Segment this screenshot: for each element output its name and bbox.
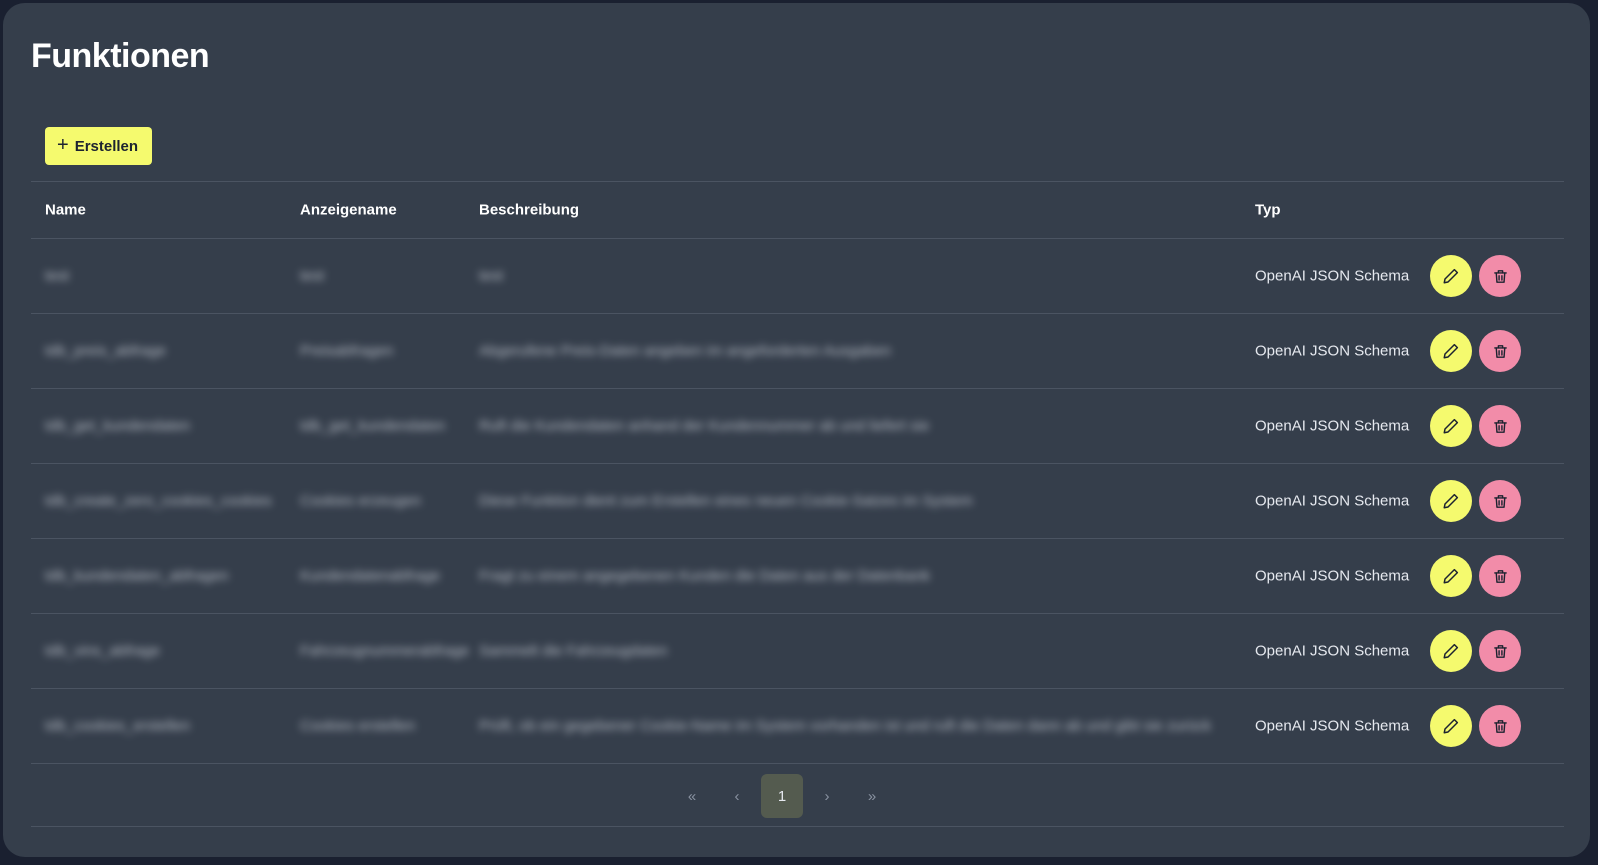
cell-name: tdb_get_kundendaten xyxy=(45,417,191,435)
table-row: tdb_preis_abfrage Preisabfragen Abgerufe… xyxy=(31,314,1564,389)
functions-table: Name Anzeigename Beschreibung Typ test t… xyxy=(31,181,1564,827)
header-name: Name xyxy=(45,201,86,219)
edit-button[interactable] xyxy=(1430,330,1472,372)
prev-page-button[interactable]: ‹ xyxy=(716,774,758,818)
create-button[interactable]: + Erstellen xyxy=(45,127,153,165)
edit-button[interactable] xyxy=(1430,405,1472,447)
cell-name: tdb_cookies_erstellen xyxy=(45,717,191,735)
trash-icon xyxy=(1493,419,1507,433)
cell-description: Diese Funktion dient zum Erstellen eines… xyxy=(479,492,973,510)
trash-icon xyxy=(1493,494,1507,508)
functions-panel: Funktionen + Erstellen Name Anzeigename … xyxy=(3,3,1590,857)
cell-display-name: test xyxy=(300,267,325,285)
edit-button[interactable] xyxy=(1430,255,1472,297)
delete-button[interactable] xyxy=(1479,630,1521,672)
table-row: tdb_cookies_erstellen Cookies erstellen … xyxy=(31,689,1564,764)
table-row: tdb_vins_abfrage Fahrzeugnummerabfrage S… xyxy=(31,614,1564,689)
trash-icon xyxy=(1493,569,1507,583)
edit-button[interactable] xyxy=(1430,705,1472,747)
cell-display-name: Preisabfragen xyxy=(300,342,394,360)
pencil-icon xyxy=(1443,268,1459,284)
delete-button[interactable] xyxy=(1479,405,1521,447)
cell-description: Ruft die Kundendaten anhand der Kundennu… xyxy=(479,417,930,435)
first-page-button[interactable]: « xyxy=(671,774,713,818)
create-button-label: Erstellen xyxy=(74,137,139,155)
cell-type: OpenAI JSON Schema xyxy=(1255,642,1410,660)
cell-display-name: tdb_get_kundendaten xyxy=(300,417,446,435)
header-display-name: Anzeigename xyxy=(300,201,397,219)
cell-display-name: Cookies erzeugen xyxy=(300,492,421,510)
pencil-icon xyxy=(1443,718,1459,734)
delete-button[interactable] xyxy=(1479,480,1521,522)
edit-button[interactable] xyxy=(1430,480,1472,522)
table-row: tdb_create_zero_cookies_cookies Cookies … xyxy=(31,464,1564,539)
cell-type: OpenAI JSON Schema xyxy=(1255,417,1410,435)
cell-name: tdb_preis_abfrage xyxy=(45,342,166,360)
delete-button[interactable] xyxy=(1479,705,1521,747)
cell-name: tdb_create_zero_cookies_cookies xyxy=(45,492,272,510)
page-title: Funktionen xyxy=(31,37,210,75)
delete-button[interactable] xyxy=(1479,255,1521,297)
trash-icon xyxy=(1493,719,1507,733)
pencil-icon xyxy=(1443,643,1459,659)
cell-description: Sammelt die Fahrzeugdaten xyxy=(479,642,668,660)
last-page-button[interactable]: » xyxy=(851,774,893,818)
table-row: tdb_get_kundendaten tdb_get_kundendaten … xyxy=(31,389,1564,464)
cell-description: test xyxy=(479,267,504,285)
table-header: Name Anzeigename Beschreibung Typ xyxy=(31,182,1564,239)
trash-icon xyxy=(1493,644,1507,658)
page-1-button[interactable]: 1 xyxy=(761,774,803,818)
pencil-icon xyxy=(1443,568,1459,584)
header-description: Beschreibung xyxy=(479,201,580,219)
cell-description: Fragt zu einem angegebenen Kunden die Da… xyxy=(479,567,931,585)
pencil-icon xyxy=(1443,493,1459,509)
cell-type: OpenAI JSON Schema xyxy=(1255,267,1410,285)
plus-icon: + xyxy=(57,134,69,156)
cell-name: tdb_vins_abfrage xyxy=(45,642,161,660)
next-page-button[interactable]: › xyxy=(806,774,848,818)
cell-name: tdb_kundendaten_abfragen xyxy=(45,567,229,585)
pencil-icon xyxy=(1443,418,1459,434)
delete-button[interactable] xyxy=(1479,330,1521,372)
edit-button[interactable] xyxy=(1430,555,1472,597)
cell-display-name: Kundendatenabfrage xyxy=(300,567,441,585)
edit-button[interactable] xyxy=(1430,630,1472,672)
cell-description: Prüft, ob ein gegebener Cookie-Name im S… xyxy=(479,717,1212,735)
cell-display-name: Cookies erstellen xyxy=(300,717,416,735)
header-type: Typ xyxy=(1255,201,1281,219)
cell-name: test xyxy=(45,267,70,285)
delete-button[interactable] xyxy=(1479,555,1521,597)
table-body: test test test OpenAI JSON Schema tdb_pr… xyxy=(31,239,1564,764)
trash-icon xyxy=(1493,344,1507,358)
table-row: tdb_kundendaten_abfragen Kundendatenabfr… xyxy=(31,539,1564,614)
cell-type: OpenAI JSON Schema xyxy=(1255,492,1410,510)
cell-type: OpenAI JSON Schema xyxy=(1255,342,1410,360)
trash-icon xyxy=(1493,269,1507,283)
cell-type: OpenAI JSON Schema xyxy=(1255,567,1410,585)
table-row: test test test OpenAI JSON Schema xyxy=(31,239,1564,314)
cell-display-name: Fahrzeugnummerabfrage xyxy=(300,642,470,660)
cell-description: Abgerufene Preis-Daten angeben im angefo… xyxy=(479,342,891,360)
pagination: « ‹ 1 › » xyxy=(31,764,1564,827)
cell-type: OpenAI JSON Schema xyxy=(1255,717,1410,735)
pencil-icon xyxy=(1443,343,1459,359)
